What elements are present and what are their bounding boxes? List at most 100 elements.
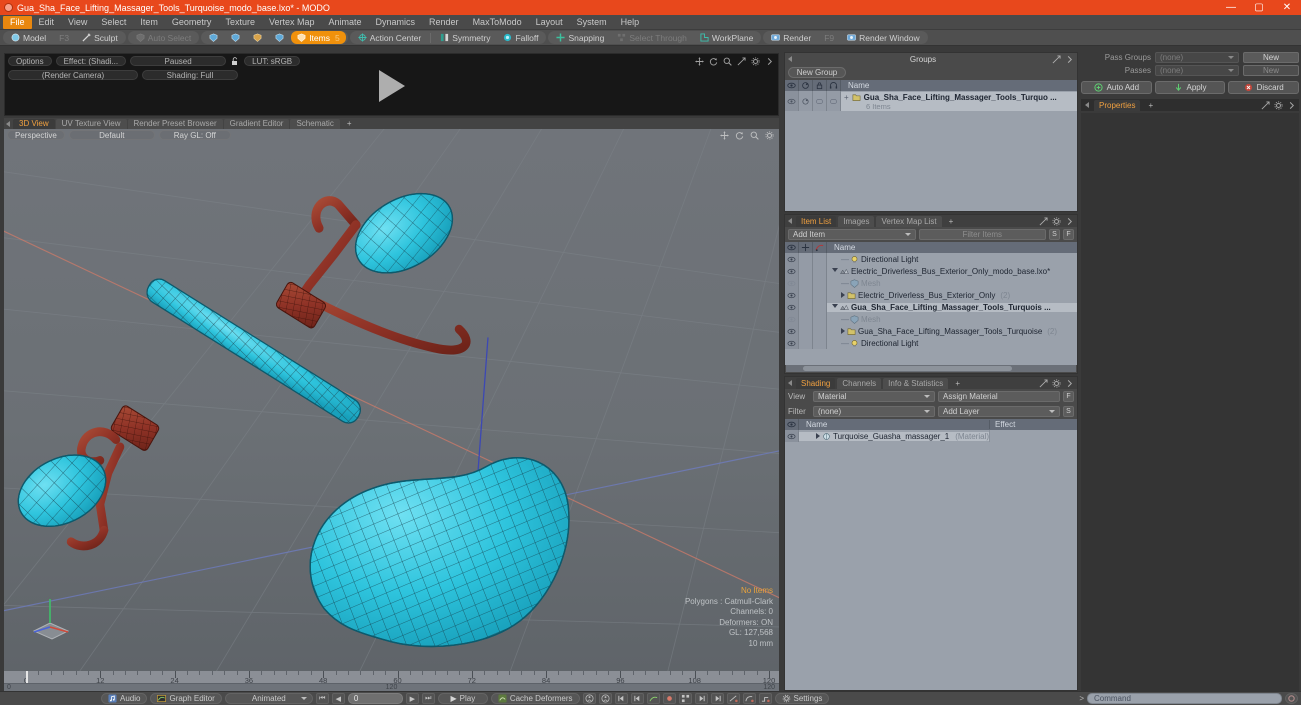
snap-group[interactable]: Snapping Select Through WorkPlane	[548, 31, 762, 44]
chevron-right-icon[interactable]	[1065, 217, 1074, 226]
row-transform-cell[interactable]	[799, 325, 813, 337]
properties-header-icons[interactable]	[1261, 100, 1299, 110]
discard-button[interactable]: Discard	[1228, 81, 1300, 94]
row-visibility-toggle[interactable]	[785, 289, 799, 301]
auto-add-button[interactable]: Auto Add	[1081, 81, 1152, 94]
new-group-button[interactable]: New Group	[788, 67, 846, 78]
window-controls[interactable]: — ▢ ✕	[1217, 0, 1301, 15]
render-button[interactable]: Render	[765, 31, 817, 44]
row-lock-toggle[interactable]	[813, 91, 827, 111]
menu-help[interactable]: Help	[614, 16, 647, 29]
preview-effect-button[interactable]: Effect: (Shadi...	[55, 56, 127, 66]
properties-body[interactable]	[1081, 113, 1299, 691]
row-deformer-cell[interactable]	[813, 277, 827, 289]
pass-action-row[interactable]: Auto Add Apply Discard	[1081, 81, 1300, 94]
shading-tabstrip[interactable]: Shading Channels Info & Statistics +	[785, 377, 1077, 389]
render-window-button[interactable]: Render Window	[841, 31, 925, 44]
twisty-closed-icon[interactable]	[841, 292, 845, 298]
filter-items-input[interactable]: Filter Items	[918, 229, 1046, 240]
item-list-tabstrip[interactable]: Item List Images Vertex Map List +	[785, 215, 1077, 227]
command-chevron-icon[interactable]: >	[1079, 694, 1084, 703]
pass-groups-dropdown[interactable]: (none)	[1155, 52, 1239, 63]
groups-row-main[interactable]: + Gua_Sha_Face_Lifting_Massager_Tools_Tur…	[841, 91, 1077, 111]
groups-row[interactable]: + Gua_Sha_Face_Lifting_Massager_Tools_Tur…	[785, 91, 1077, 111]
item-list-tree[interactable]: — Directional Light Electric_Driverless_Bu…	[785, 253, 1077, 365]
play-overlay-icon[interactable]	[378, 69, 405, 102]
assign-material-button[interactable]: Assign Material	[938, 391, 1060, 402]
item-list-row[interactable]: — Mesh	[785, 277, 1077, 289]
viewport-header[interactable]: Perspective Default Ray GL: Off	[4, 129, 779, 141]
row-transform-cell[interactable]	[799, 265, 813, 277]
timeline-range-bar[interactable]: 0 120 120	[4, 683, 779, 691]
row-deformer-cell[interactable]	[813, 325, 827, 337]
pan-icon[interactable]	[695, 57, 704, 66]
shading-tab-add-button[interactable]: +	[950, 378, 965, 389]
viewport-default-button[interactable]: Default	[68, 130, 155, 140]
rotate-icon[interactable]	[709, 57, 718, 66]
mode-toolbar[interactable]: Model F3 Sculpt Auto Select Items 5 Acti…	[0, 30, 1301, 46]
shading-view-row[interactable]: View Material Assign Material F	[785, 389, 1077, 404]
row-deformer-cell[interactable]	[813, 313, 827, 325]
cache-deformers-button[interactable]: Cache Deformers	[490, 693, 580, 704]
panel-collapse-icon[interactable]	[788, 218, 792, 224]
item-list-toolbar[interactable]: Add Item Filter Items S F	[785, 227, 1077, 242]
render-group[interactable]: Render F9 Render Window	[763, 31, 928, 44]
item-row-main[interactable]: — Mesh	[827, 279, 1077, 288]
viewport-perspective-button[interactable]: Perspective	[7, 130, 65, 140]
shading-tree[interactable]: Turquoise_Guasha_massager_1 (Material)	[785, 430, 1077, 690]
item-row-main[interactable]: — Mesh	[827, 315, 1077, 324]
row-visibility-toggle[interactable]	[785, 265, 799, 277]
zoom-icon[interactable]	[723, 57, 732, 66]
menu-texture[interactable]: Texture	[218, 16, 262, 29]
tab-channels[interactable]: Channels	[837, 377, 882, 389]
material-mode-button[interactable]	[269, 31, 290, 44]
tab-3d-view[interactable]: 3D View	[13, 118, 55, 129]
settings-button[interactable]: Settings	[774, 693, 830, 704]
maximize-pane-icon[interactable]	[1039, 378, 1048, 388]
item-list-header-icons[interactable]	[1039, 216, 1077, 226]
preview-view-icons[interactable]	[695, 57, 774, 66]
pan-icon[interactable]	[720, 130, 729, 140]
timeline-ruler[interactable]: 01224364860728496108120 0 120 120	[4, 671, 779, 691]
shading-f-button[interactable]: F	[1063, 391, 1074, 402]
twisty-open-icon[interactable]	[832, 303, 838, 311]
row-transform-cell[interactable]	[799, 289, 813, 301]
scroll-thumb[interactable]	[803, 366, 1013, 371]
step-back-button[interactable]: ◀	[331, 693, 345, 704]
key-next-button[interactable]	[694, 693, 708, 704]
add-item-dropdown[interactable]: Add Item	[788, 229, 916, 240]
edge-mode-button[interactable]	[225, 31, 246, 44]
key-set-button[interactable]	[662, 693, 676, 704]
menu-geometry[interactable]: Geometry	[165, 16, 219, 29]
passes-row[interactable]: Passes (none) New	[1081, 65, 1299, 76]
maximize-pane-icon[interactable]	[737, 57, 746, 66]
key-prev2-button[interactable]	[630, 693, 644, 704]
item-row-main[interactable]: Electric_Driverless_Bus_Exterior_Only_mo…	[827, 267, 1077, 276]
item-row-main[interactable]: — Directional Light	[827, 339, 1077, 348]
row-transform-cell[interactable]	[799, 313, 813, 325]
gear-icon[interactable]	[751, 57, 760, 66]
panel-collapse-icon[interactable]	[788, 56, 792, 62]
chevron-right-icon[interactable]	[1287, 101, 1296, 110]
shading-row-main[interactable]: Turquoise_Guasha_massager_1 (Material)	[799, 431, 989, 441]
curve-linear-button[interactable]	[726, 693, 740, 704]
gear-icon[interactable]	[1052, 216, 1061, 226]
twisty-closed-icon[interactable]	[816, 433, 820, 439]
preview-camera-button[interactable]: (Render Camera)	[8, 70, 138, 80]
menu-view[interactable]: View	[61, 16, 94, 29]
shading-filter-row[interactable]: Filter (none) Add Layer S	[785, 404, 1077, 419]
gear-icon[interactable]	[1052, 378, 1061, 388]
close-button[interactable]: ✕	[1273, 0, 1301, 15]
item-row-main[interactable]: Electric_Driverless_Bus_Exterior_Only (2)	[827, 291, 1077, 300]
anim-setup-a-button[interactable]	[582, 693, 596, 704]
groups-tree[interactable]: + Gua_Sha_Face_Lifting_Massager_Tools_Tur…	[785, 91, 1077, 211]
row-visibility-toggle[interactable]	[785, 337, 799, 349]
row-deformer-cell[interactable]	[813, 337, 827, 349]
play-button[interactable]: ▶ Play	[437, 693, 488, 704]
gear-icon[interactable]	[1274, 100, 1283, 110]
row-render-toggle[interactable]	[799, 91, 813, 111]
item-list-row[interactable]: — Directional Light	[785, 337, 1077, 349]
row-visibility-toggle[interactable]	[785, 325, 799, 337]
tab-images[interactable]: Images	[838, 215, 875, 227]
minimize-button[interactable]: —	[1217, 0, 1245, 15]
